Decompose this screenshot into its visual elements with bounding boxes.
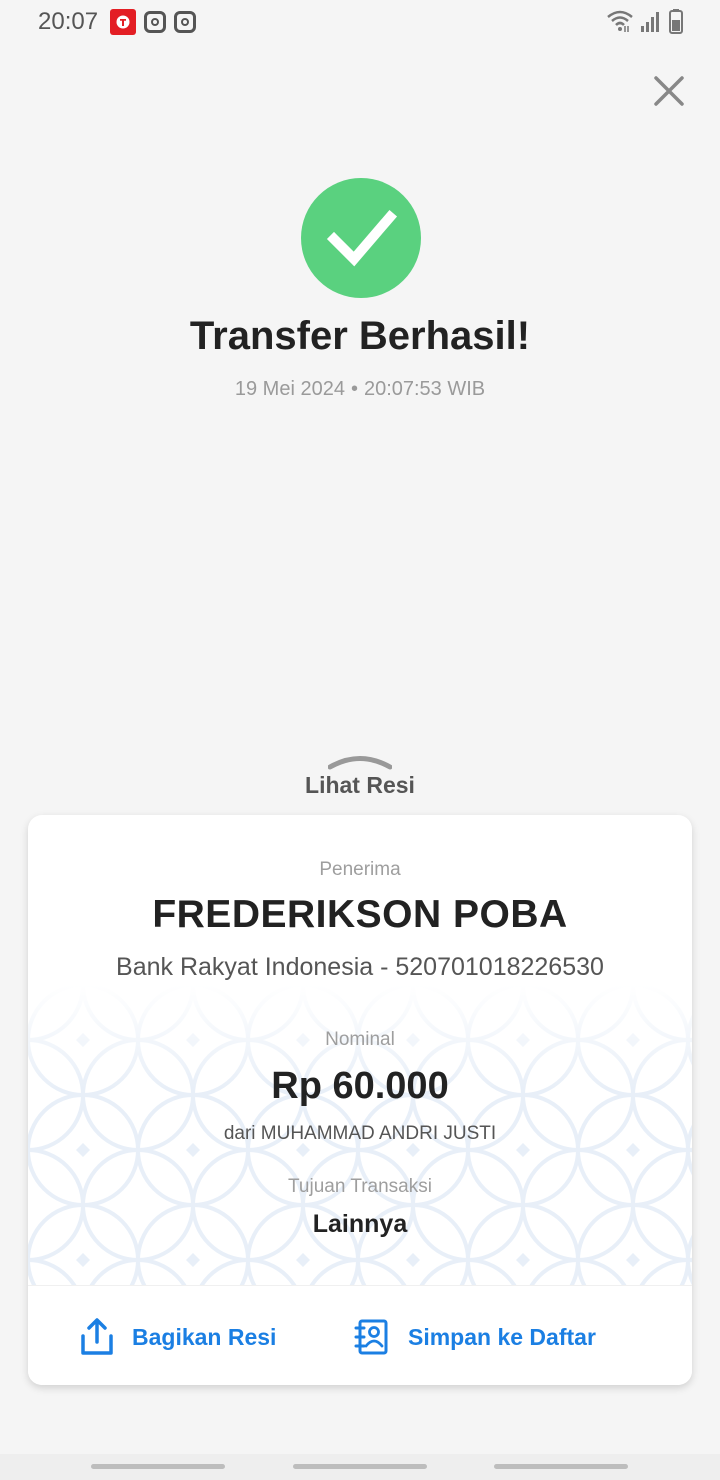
amount-label: Nominal: [325, 1029, 395, 1050]
status-time: 20:07: [38, 8, 99, 35]
system-icons: [606, 8, 684, 34]
wifi-icon: [607, 10, 633, 32]
transaction-purpose: Lainnya: [312, 1210, 408, 1238]
close-icon: [654, 76, 684, 106]
transaction-date: 19 Mei 2024: [234, 378, 345, 400]
receipt-card: Penerima FREDERIKSON POBA Bank Rakyat In…: [28, 815, 692, 1385]
save-to-list-button[interactable]: Simpan ke Daftar: [354, 1316, 596, 1358]
telkomsel-icon: [110, 9, 137, 35]
instagram-icon: [144, 11, 167, 33]
notification-icons: [110, 9, 197, 35]
check-icon: [326, 209, 398, 267]
view-receipt-label[interactable]: Lihat Resi: [0, 772, 720, 799]
nav-recents-button[interactable]: [91, 1464, 225, 1469]
success-check-badge: [301, 178, 421, 298]
recipient-name: FREDERIKSON POBA: [152, 893, 568, 936]
transfer-amount: Rp 60.000: [271, 1065, 449, 1107]
save-to-list-label: Simpan ke Daftar: [408, 1323, 596, 1350]
share-icon: [81, 1318, 113, 1355]
purpose-label: Tujuan Transaksi: [288, 1176, 432, 1197]
system-navigation-bar: [0, 1454, 720, 1480]
transaction-time: 20:07:53 WIB: [363, 378, 486, 400]
recipient-bank-account: Bank Rakyat Indonesia - 520701018226530: [116, 953, 604, 981]
status-bar: 20:07: [0, 0, 720, 44]
share-receipt-button[interactable]: Bagikan Resi: [80, 1316, 276, 1358]
instagram-icon: [174, 11, 197, 33]
nav-home-button[interactable]: [293, 1464, 427, 1469]
chevron-up-icon: [327, 756, 393, 770]
receipt-actions: Bagikan Resi Simpan ke Daftar: [28, 1285, 692, 1385]
receipt-handle[interactable]: [327, 752, 393, 770]
transaction-datetime: 19 Mei 2024 • 20:07:53 WIB: [0, 378, 720, 401]
page-title: Transfer Berhasil!: [189, 314, 531, 358]
nav-back-button[interactable]: [494, 1464, 628, 1469]
separator-dot: •: [350, 378, 358, 400]
contact-book-icon: [354, 1319, 388, 1355]
recipient-label: Penerima: [319, 859, 401, 880]
share-receipt-label: Bagikan Resi: [132, 1323, 277, 1350]
sender-name: dari MUHAMMAD ANDRI JUSTI: [223, 1123, 497, 1144]
signal-icon: [641, 12, 659, 32]
close-button[interactable]: [648, 70, 690, 112]
battery-icon: [669, 9, 683, 34]
